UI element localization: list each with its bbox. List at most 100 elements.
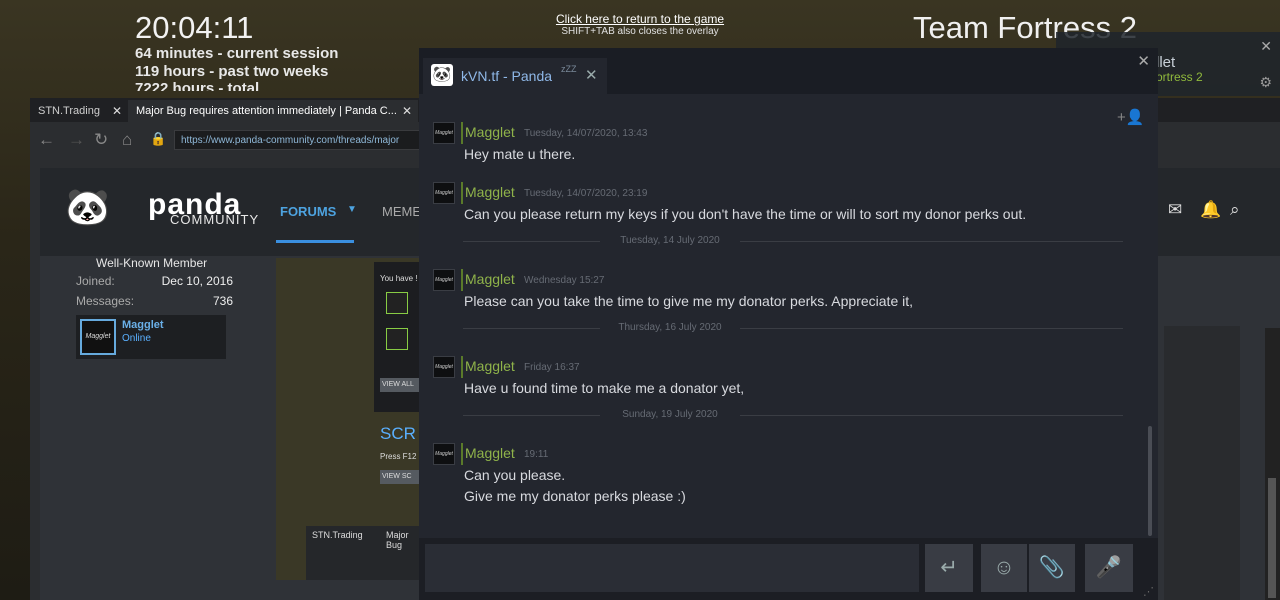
chat-message-input[interactable] [425, 544, 919, 592]
message-accent-bar [461, 269, 463, 291]
message-text: Hey mate u there. [464, 146, 576, 162]
two-weeks-time: 119 hours - past two weeks [135, 63, 329, 80]
avatar[interactable]: Magglet [433, 356, 455, 378]
avatar[interactable]: Magglet [433, 182, 455, 204]
sender-name[interactable]: Magglet [465, 358, 515, 374]
home-icon[interactable]: ⌂ [122, 130, 132, 150]
user-name[interactable]: Magglet [122, 319, 164, 331]
close-icon[interactable]: ✕ [1260, 38, 1272, 55]
chat-tab[interactable]: 🐼 kVN.tf - Panda zZZ ✕ [423, 58, 607, 94]
messages-value: 736 [212, 294, 233, 308]
nav-forums[interactable]: FORUMS [280, 204, 336, 219]
return-to-game-link[interactable]: Click here to return to the game [540, 12, 740, 26]
overlay-clock: 20:04:11 [135, 10, 254, 45]
avatar[interactable]: Magglet [433, 269, 455, 291]
chat-tab-name: kVN.tf - Panda [461, 68, 553, 84]
embedded-text: You have ! [380, 274, 418, 283]
joined-value: Dec 10, 2016 [161, 274, 233, 288]
voice-chat-button[interactable]: 🎤 [1085, 544, 1133, 592]
total-time: 7222 hours - total [135, 80, 260, 91]
messages-label: Messages: [76, 294, 135, 308]
message-timestamp: Tuesday, 14/07/2020, 23:19 [524, 188, 648, 199]
embedded-tab: STN.Trading [312, 530, 363, 540]
tab-label: STN.Trading [38, 105, 100, 117]
sender-name[interactable]: Magglet [465, 445, 515, 461]
sender-name[interactable]: Magglet [465, 184, 515, 200]
panda-logo-icon[interactable]: 🐼 [65, 186, 110, 228]
message-timestamp: Wednesday 15:27 [524, 275, 605, 286]
overlay-hint: SHIFT+TAB also closes the overlay [561, 26, 719, 37]
embedded-screenshot: You have ! VIEW ALL SCR Press F12 VIEW S… [276, 258, 420, 580]
date-divider [463, 415, 1123, 416]
browser-tab-panda[interactable]: Major Bug requires attention immediately… [128, 100, 418, 122]
chat-tab-bar: 🐼 kVN.tf - Panda zZZ ✕ ✕ [419, 48, 1158, 94]
message-timestamp: Friday 16:37 [524, 362, 580, 373]
sender-name[interactable]: Magglet [465, 271, 515, 287]
gear-icon[interactable]: ⚙ [1259, 74, 1272, 91]
lock-icon: 🔒 [150, 131, 167, 146]
message-timestamp: Tuesday, 14/07/2020, 13:43 [524, 128, 648, 139]
active-nav-indicator [276, 240, 354, 243]
message-text: Please can you take the time to give me … [464, 293, 914, 309]
close-icon[interactable]: ✕ [112, 104, 122, 118]
date-divider [463, 328, 1123, 329]
send-button[interactable]: ↵ [925, 544, 973, 592]
close-icon[interactable]: ✕ [402, 104, 412, 118]
avatar[interactable]: Magglet [80, 319, 116, 355]
chat-input-bar: ↵ ☺ 📎 🎤 ⋰ [419, 538, 1158, 600]
scrollbar-thumb[interactable] [1268, 478, 1276, 598]
tab-label: Major Bug requires attention immediately… [136, 105, 397, 117]
user-status: Online [122, 333, 151, 344]
avatar[interactable]: Magglet [433, 443, 455, 465]
chevron-down-icon[interactable]: ▼ [347, 204, 357, 215]
date-divider-label: Thursday, 16 July 2020 [600, 322, 740, 333]
view-button: VIEW SC [380, 470, 420, 484]
view-all-button: VIEW ALL [380, 378, 420, 392]
bell-icon[interactable]: 🔔 [1200, 200, 1221, 220]
right-content-panel [1164, 326, 1240, 600]
date-divider-label: Tuesday, 14 July 2020 [600, 235, 740, 246]
embedded-heading: SCR [380, 424, 416, 443]
message-text: Have u found time to make me a donator y… [464, 380, 745, 396]
message-accent-bar [461, 443, 463, 465]
date-divider [463, 241, 1123, 242]
avatar[interactable]: Magglet [433, 122, 455, 144]
chat-scrollbar[interactable] [1148, 426, 1152, 536]
session-time: 64 minutes - current session [135, 45, 339, 62]
resize-grip-icon[interactable]: ⋰ [1143, 585, 1154, 598]
sender-name[interactable]: Magglet [465, 124, 515, 140]
chat-window: 🐼 kVN.tf - Panda zZZ ✕ ✕ +👤 …… Magglet M… [419, 48, 1158, 600]
message-text: Give me my donator perks please :) [464, 488, 686, 504]
avatar [386, 292, 408, 314]
browser-tab-stn[interactable]: STN.Trading ✕ [30, 100, 128, 122]
site-logo-subtitle: COMMUNITY [170, 212, 260, 227]
message-accent-bar [461, 122, 463, 144]
nav-members[interactable]: MEME [382, 204, 421, 219]
embedded-text: Press F12 [380, 452, 417, 461]
close-icon[interactable]: ✕ [585, 66, 598, 84]
emoticon-button[interactable]: ☺ [981, 544, 1027, 592]
friend-name[interactable]: llet [1156, 54, 1175, 71]
embedded-tab: Major Bug [386, 530, 409, 550]
forward-arrow-icon[interactable]: → [68, 130, 85, 150]
joined-label: Joined: [76, 274, 115, 288]
date-divider-label: Sunday, 19 July 2020 [600, 409, 740, 420]
back-arrow-icon[interactable]: ← [38, 130, 55, 150]
message-accent-bar [461, 182, 463, 204]
search-icon[interactable]: ⌕ [1230, 200, 1240, 220]
close-icon[interactable]: ✕ [1137, 52, 1150, 70]
panda-avatar-icon: 🐼 [431, 64, 453, 86]
user-card[interactable]: Magglet Magglet Online [76, 315, 226, 359]
user-rank: Well-Known Member [96, 256, 208, 270]
message-timestamp: 19:11 [524, 449, 549, 460]
message-accent-bar [461, 356, 463, 378]
embedded-browser: STN.Trading Major Bug [306, 526, 420, 580]
message-text: Can you please. [464, 467, 566, 483]
chat-message-list: …… Magglet Magglet Tuesday, 14/07/2020, … [419, 94, 1158, 534]
mail-icon[interactable]: ✉ [1168, 200, 1182, 220]
reload-icon[interactable]: ↻ [94, 130, 108, 150]
avatar [386, 328, 408, 350]
partial-message: …… [464, 94, 488, 102]
attach-button[interactable]: 📎 [1029, 544, 1075, 592]
friend-game: ortress 2 [1156, 70, 1203, 84]
